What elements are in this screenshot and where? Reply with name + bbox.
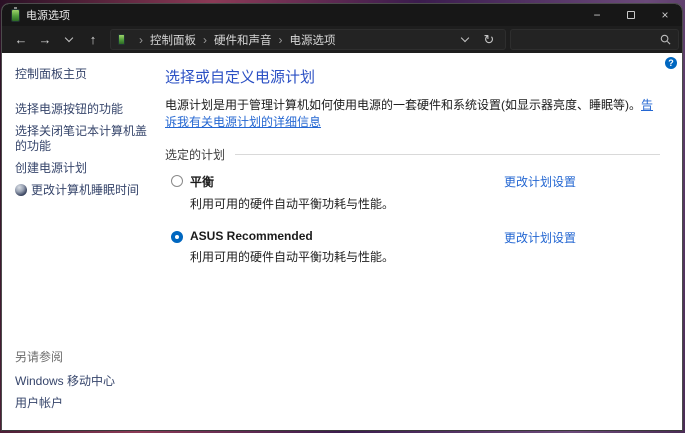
plan-description: 利用可用的硬件自动平衡功耗与性能。 (190, 196, 395, 211)
navigation-bar: ← → ↑ › 控制面板 › 硬件和声音 › 电源选项 ↻ (2, 26, 682, 53)
breadcrumb-power-options[interactable]: 电源选项 (290, 32, 336, 48)
sidebar-item-user-accounts[interactable]: 用户帐户 (15, 396, 151, 411)
recent-pages-button[interactable] (58, 29, 80, 50)
breadcrumb-separator: › (203, 32, 207, 47)
battery-icon (11, 6, 20, 22)
breadcrumb-hardware-sound[interactable]: 硬件和声音 (214, 32, 272, 48)
plan-description: 利用可用的硬件自动平衡功耗与性能。 (190, 249, 395, 264)
minimize-button[interactable]: − (580, 4, 614, 26)
plan-name[interactable]: ASUS Recommended (190, 229, 394, 243)
plan-name[interactable]: 平衡 (190, 173, 394, 190)
refresh-button[interactable]: ↻ (477, 32, 501, 48)
plan-text: 平衡 利用可用的硬件自动平衡功耗与性能。 (190, 173, 394, 212)
up-button[interactable]: ↑ (82, 29, 104, 50)
sidebar-item-change-sleep-time[interactable]: 更改计算机睡眠时间 (15, 183, 151, 198)
page-description: 电源计划是用于管理计算机如何使用电源的一套硬件和系统设置(如显示器亮度、睡眠等)… (165, 97, 660, 132)
back-button[interactable]: ← (10, 29, 32, 50)
plan-row-balanced: 平衡 利用可用的硬件自动平衡功耗与性能。 更改计划设置 (165, 173, 660, 212)
sidebar-item-power-buttons[interactable]: 选择电源按钮的功能 (15, 102, 151, 117)
page-title: 选择或自定义电源计划 (165, 69, 316, 86)
selected-plan-section: 选定的计划 (165, 146, 660, 163)
breadcrumb-separator: › (278, 32, 283, 47)
section-divider (235, 153, 660, 155)
sidebar: 控制面板主页 选择电源按钮的功能 选择关闭笔记本计算机盖的功能 创建电源计划 更… (2, 53, 157, 430)
chevron-down-icon (64, 33, 74, 43)
change-plan-settings-link-balanced[interactable]: 更改计划设置 (504, 173, 576, 190)
search-input[interactable] (518, 33, 660, 46)
help-button[interactable]: ? (665, 57, 677, 69)
sidebar-item-lid-close[interactable]: 选择关闭笔记本计算机盖的功能 (15, 124, 151, 154)
radio-balanced[interactable] (171, 174, 183, 187)
window-title: 电源选项 (26, 10, 70, 22)
see-also-section: 另请参阅 Windows 移动中心 用户帐户 (15, 348, 151, 418)
nav-buttons: ← → ↑ (2, 26, 108, 53)
search-box[interactable] (510, 29, 679, 50)
breadcrumb-control-panel[interactable]: 控制面板 (150, 32, 196, 48)
sidebar-item-mobility-center[interactable]: Windows 移动中心 (15, 374, 151, 389)
power-options-window: 电源选项 − × ← → ↑ › 控制面板 › 硬件和声音 › 电源选项 ↻ 控… (1, 3, 683, 431)
main-pane: ? 选择或自定义电源计划 电源计划是用于管理计算机如何使用电源的一套硬件和系统设… (157, 53, 682, 430)
maximize-icon (627, 11, 635, 19)
title-bar: 电源选项 − × (2, 4, 682, 26)
change-plan-settings-link-asus[interactable]: 更改计划设置 (504, 229, 576, 246)
sidebar-item-label: 更改计算机睡眠时间 (31, 183, 140, 197)
radio-asus-recommended[interactable] (171, 230, 183, 243)
sidebar-item-create-plan[interactable]: 创建电源计划 (15, 161, 151, 176)
description-text: 电源计划是用于管理计算机如何使用电源的一套硬件和系统设置(如显示器亮度、睡眠等)… (165, 98, 641, 112)
content-area: 控制面板主页 选择电源按钮的功能 选择关闭笔记本计算机盖的功能 创建电源计划 更… (2, 53, 682, 430)
section-label: 选定的计划 (165, 147, 226, 162)
address-dropdown-button[interactable] (453, 33, 477, 43)
sleep-settings-icon (15, 184, 27, 196)
breadcrumb-separator: › (139, 32, 143, 47)
close-button[interactable]: × (648, 4, 682, 26)
see-also-header: 另请参阅 (15, 350, 64, 364)
sidebar-item-control-panel-home[interactable]: 控制面板主页 (15, 67, 151, 82)
maximize-button[interactable] (614, 4, 648, 26)
address-bar[interactable]: › 控制面板 › 硬件和声音 › 电源选项 ↻ (110, 29, 506, 50)
chevron-down-icon (460, 33, 470, 43)
plan-row-asus-recommended: ASUS Recommended 利用可用的硬件自动平衡功耗与性能。 更改计划设… (165, 229, 660, 265)
plan-text: ASUS Recommended 利用可用的硬件自动平衡功耗与性能。 (190, 229, 394, 265)
search-icon (660, 34, 671, 45)
power-options-icon (118, 34, 125, 45)
forward-button[interactable]: → (34, 29, 56, 50)
